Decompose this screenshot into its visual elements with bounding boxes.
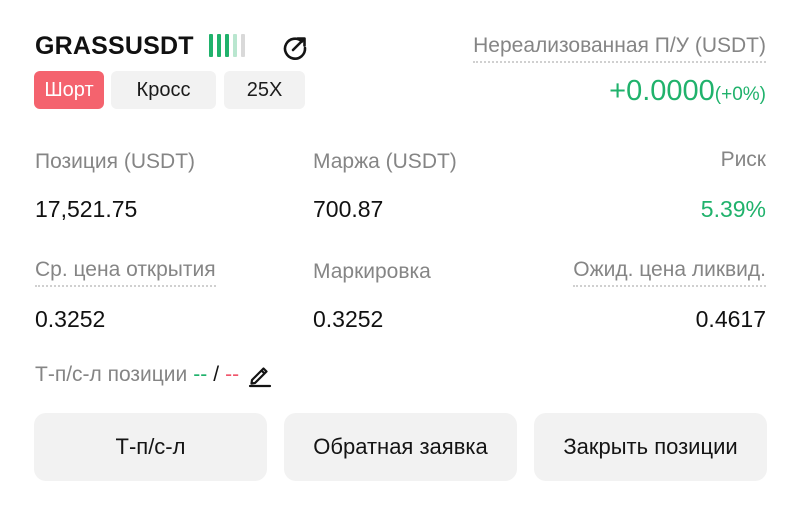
mark-price-label: Маркировка <box>313 260 431 283</box>
liquidation-price-value: 0.4617 <box>695 306 766 332</box>
signal-bars-icon <box>209 34 245 57</box>
unrealized-pnl-value: +0.0000(+0%) <box>609 75 766 108</box>
risk-value: 5.39% <box>700 196 766 222</box>
pencil-icon[interactable] <box>247 362 273 388</box>
margin-mode-badge[interactable]: Кросс <box>111 71 216 109</box>
symbol-title[interactable]: GRASSUSDT <box>35 32 194 61</box>
position-size-label: Позиция (USDT) <box>35 150 196 173</box>
leverage-badge[interactable]: 25X <box>224 71 305 109</box>
margin-label: Маржа (USDT) <box>313 150 457 173</box>
reverse-order-button[interactable]: Обратная заявка <box>284 413 517 481</box>
side-badge: Шорт <box>34 71 104 109</box>
margin-value: 700.87 <box>313 196 384 222</box>
liquidation-price-label[interactable]: Ожид. цена ликвид. <box>573 258 766 287</box>
unrealized-pnl-label[interactable]: Нереализованная П/У (USDT) <box>473 34 766 63</box>
entry-price-value: 0.3252 <box>35 306 106 332</box>
position-tpsl-row: Т-п/с-л позиции -- / -- <box>35 362 273 388</box>
mark-price-value: 0.3252 <box>313 306 384 332</box>
signal-bar <box>225 34 229 57</box>
pnl-amount: +0.0000 <box>609 75 715 107</box>
signal-bar <box>233 34 237 57</box>
tpsl-separator: / <box>213 363 220 386</box>
position-size-value: 17,521.75 <box>35 196 138 222</box>
sl-value: -- <box>225 363 240 386</box>
signal-bar <box>241 34 245 57</box>
tpsl-button[interactable]: Т-п/с-л <box>34 413 267 481</box>
tp-value: -- <box>193 363 208 386</box>
pnl-percent: (+0%) <box>714 84 766 105</box>
close-positions-button[interactable]: Закрыть позиции <box>534 413 767 481</box>
entry-price-label[interactable]: Ср. цена открытия <box>35 258 216 287</box>
signal-bar <box>209 34 213 57</box>
share-icon[interactable] <box>280 32 310 62</box>
risk-label: Риск <box>720 148 766 171</box>
tpsl-label: Т-п/с-л позиции <box>35 363 188 386</box>
signal-bar <box>217 34 221 57</box>
